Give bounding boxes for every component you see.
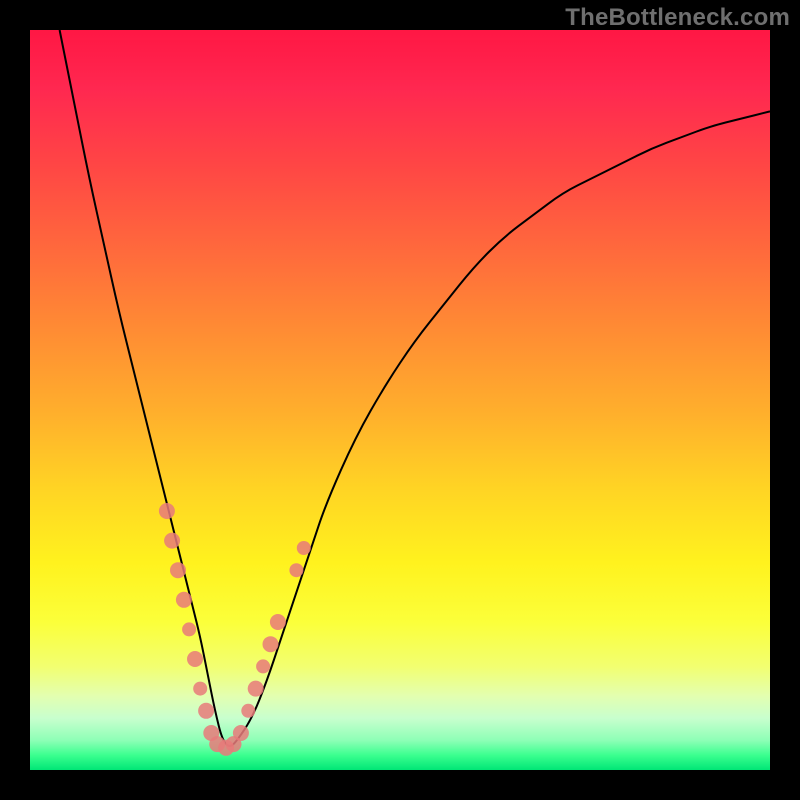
data-marker: [233, 725, 249, 741]
marker-group: [159, 503, 311, 756]
chart-svg: [30, 30, 770, 770]
data-marker: [270, 614, 286, 630]
data-marker: [193, 682, 207, 696]
data-marker: [263, 636, 279, 652]
data-marker: [198, 703, 214, 719]
data-marker: [176, 592, 192, 608]
data-marker: [241, 704, 255, 718]
curve-group: [60, 30, 770, 746]
data-marker: [297, 541, 311, 555]
bottleneck-curve: [60, 30, 770, 746]
data-marker: [289, 563, 303, 577]
chart-frame: TheBottleneck.com: [0, 0, 800, 800]
data-marker: [170, 562, 186, 578]
data-marker: [248, 681, 264, 697]
plot-area: [30, 30, 770, 770]
data-marker: [159, 503, 175, 519]
attribution-text: TheBottleneck.com: [565, 4, 790, 32]
data-marker: [164, 533, 180, 549]
data-marker: [182, 622, 196, 636]
data-marker: [187, 651, 203, 667]
data-marker: [256, 659, 270, 673]
